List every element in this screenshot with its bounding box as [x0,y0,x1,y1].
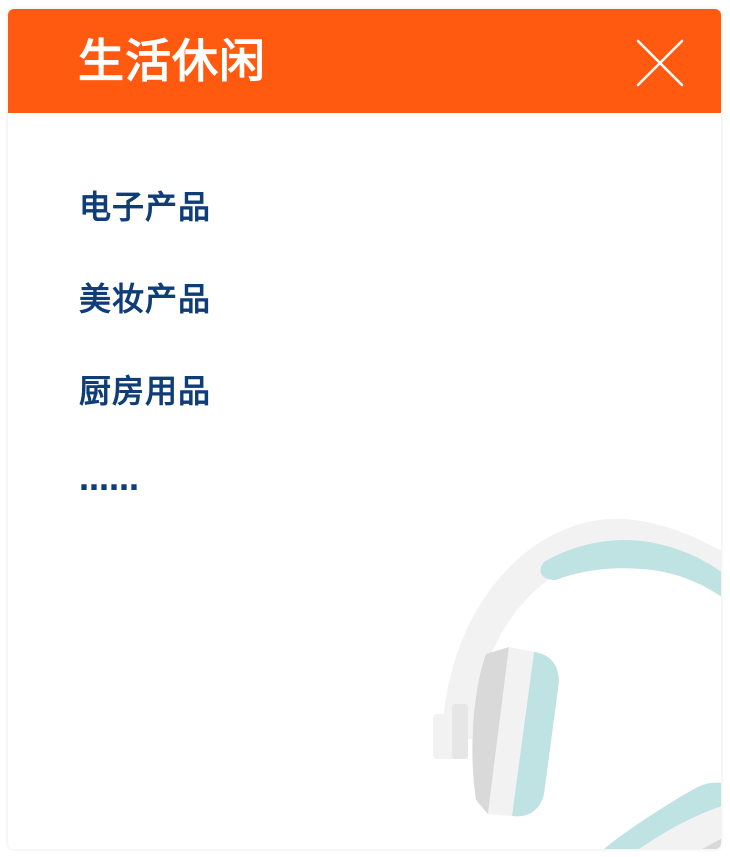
panel-header: 生活休闲 [8,9,721,113]
close-button[interactable] [630,33,686,89]
category-panel: 生活休闲 电子产品 美妆产品 厨房用品 …… [8,9,721,849]
menu-item-electronics[interactable]: 电子产品 [79,187,211,227]
menu-item-kitchenware[interactable]: 厨房用品 [79,371,211,411]
menu-more-ellipsis: …… [79,463,139,498]
hinge-inner [452,704,468,759]
close-icon [636,39,684,87]
panel-title: 生活休闲 [78,34,266,88]
headphones-illustration [433,518,721,849]
menu-item-cosmetics[interactable]: 美妆产品 [79,279,211,319]
